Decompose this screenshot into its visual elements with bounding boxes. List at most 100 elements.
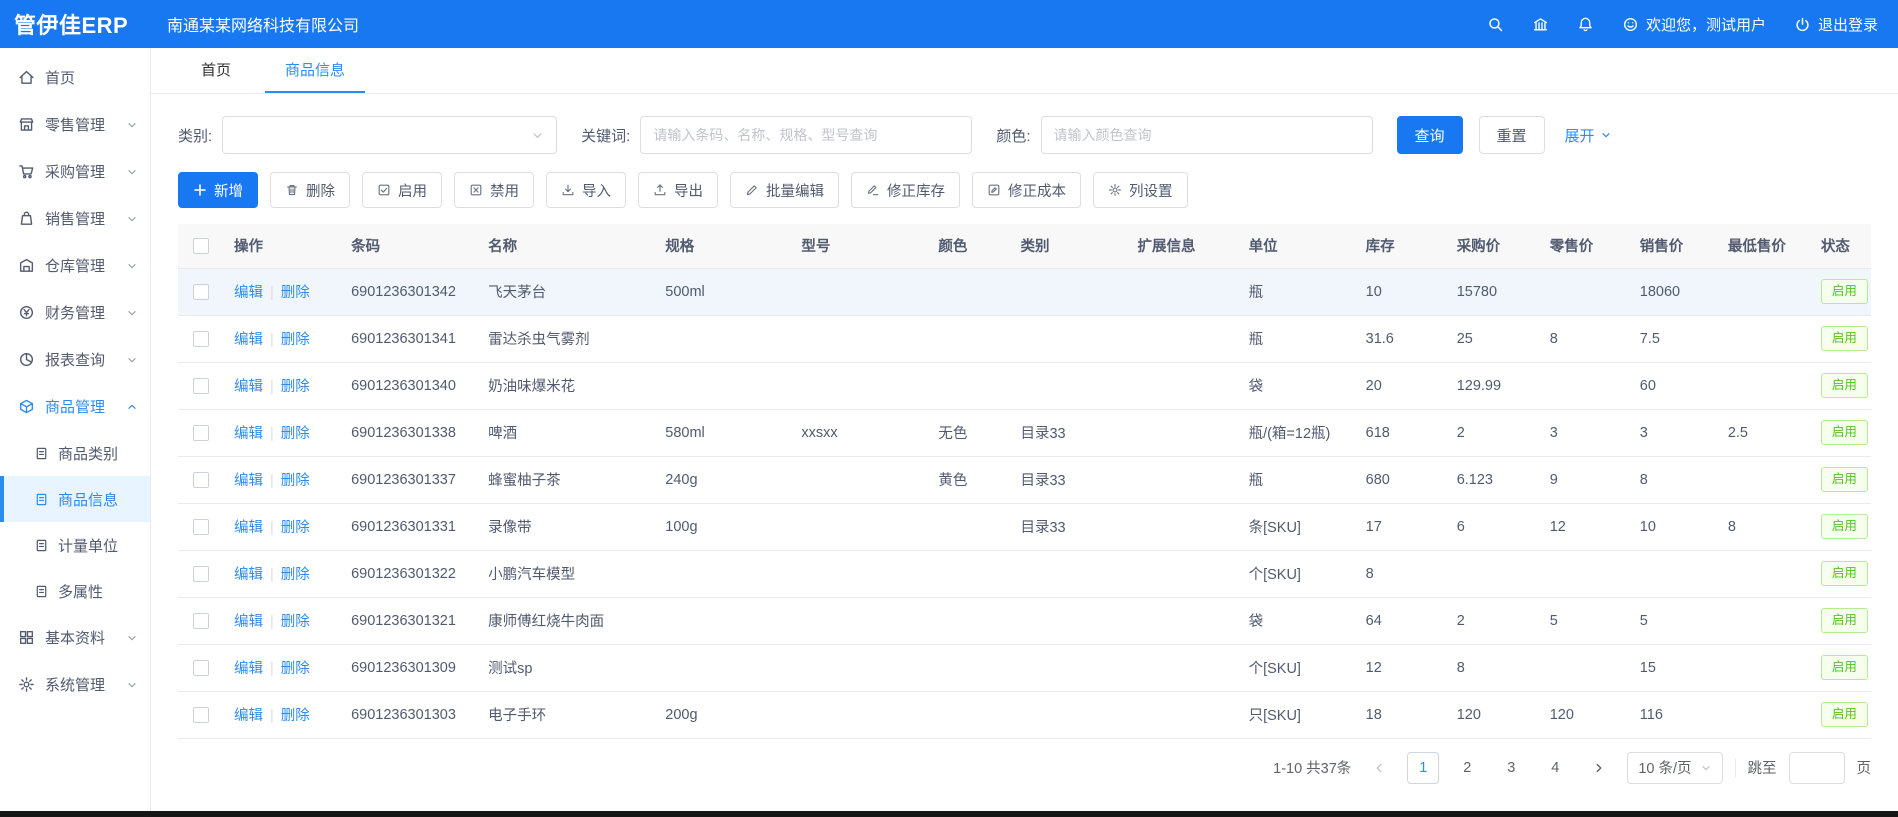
next-page-button[interactable]: [1583, 752, 1615, 784]
color-input[interactable]: [1041, 116, 1373, 154]
cell-retail-price: [1540, 644, 1630, 691]
import-button[interactable]: 导入: [546, 172, 626, 208]
sidebar-item-label: 报表查询: [45, 349, 105, 370]
page-button-4[interactable]: 4: [1539, 752, 1571, 784]
row-checkbox[interactable]: [193, 519, 209, 535]
sidebar-item-purchase[interactable]: 采购管理: [0, 148, 150, 195]
expand-link[interactable]: 展开: [1565, 125, 1612, 146]
cell-purchase-price: 6: [1447, 503, 1540, 550]
add-button[interactable]: 新增: [178, 172, 258, 208]
col-min-price: 最低售价: [1718, 224, 1811, 268]
bell-icon[interactable]: [1577, 16, 1594, 33]
edit-link[interactable]: 编辑: [234, 285, 263, 301]
table-body: 编辑|删除 6901236301342 飞天茅台 500ml 瓶 10 1578…: [178, 268, 1871, 738]
row-checkbox[interactable]: [193, 566, 209, 582]
cell-stock: 680: [1356, 456, 1447, 503]
row-checkbox[interactable]: [193, 707, 209, 723]
delete-link[interactable]: 删除: [281, 567, 310, 583]
page-size-select[interactable]: 10 条/页: [1627, 752, 1722, 784]
sidebar-item-system[interactable]: 系统管理: [0, 661, 150, 708]
page-button-2[interactable]: 2: [1451, 752, 1483, 784]
welcome-user[interactable]: 欢迎您，测试用户: [1622, 14, 1766, 35]
sidebar-item-sales[interactable]: 销售管理: [0, 195, 150, 242]
op-divider: |: [270, 473, 274, 489]
row-checkbox[interactable]: [193, 284, 209, 300]
row-checkbox[interactable]: [193, 425, 209, 441]
delete-link[interactable]: 删除: [281, 473, 310, 489]
cell-retail-price: 5: [1540, 597, 1630, 644]
select-all-checkbox[interactable]: [193, 238, 209, 254]
delete-link[interactable]: 删除: [281, 614, 310, 630]
edit-link[interactable]: 编辑: [234, 661, 263, 677]
delete-link[interactable]: 删除: [281, 285, 310, 301]
sidebar-item-retail[interactable]: 零售管理: [0, 101, 150, 148]
row-checkbox[interactable]: [193, 613, 209, 629]
export-icon: [653, 183, 667, 197]
sidebar-item-home[interactable]: 首页: [0, 54, 150, 101]
sidebar-item-reports[interactable]: 报表查询: [0, 336, 150, 383]
sidebar-item-product-info[interactable]: 商品信息: [0, 476, 150, 522]
prev-page-button[interactable]: [1363, 752, 1395, 784]
sidebar-item-products[interactable]: 商品管理: [0, 383, 150, 430]
edit-link[interactable]: 编辑: [234, 520, 263, 536]
expand-label: 展开: [1565, 125, 1595, 146]
sidebar-item-label: 零售管理: [45, 114, 105, 135]
tab-home[interactable]: 首页: [181, 48, 251, 93]
fix-cost-button[interactable]: 修正成本: [972, 172, 1081, 208]
delete-link[interactable]: 删除: [281, 661, 310, 677]
cell-color: [928, 691, 1010, 738]
category-select[interactable]: [222, 116, 557, 154]
gear-icon: [18, 676, 35, 693]
sidebar-item-basic-data[interactable]: 基本资料: [0, 614, 150, 661]
building-icon[interactable]: [1532, 16, 1549, 33]
delete-link[interactable]: 删除: [281, 332, 310, 348]
table-header: 操作 条码 名称 规格 型号 颜色 类别 扩展信息 单位 库存 采购价 零售价 …: [178, 224, 1871, 268]
gear-icon: [1108, 183, 1122, 197]
edit-link[interactable]: 编辑: [234, 426, 263, 442]
edit-link[interactable]: 编辑: [234, 332, 263, 348]
disable-button[interactable]: 禁用: [454, 172, 534, 208]
page-button-3[interactable]: 3: [1495, 752, 1527, 784]
delete-button[interactable]: 删除: [270, 172, 350, 208]
top-header: 管伊佳ERP 南通某某网络科技有限公司 欢迎您，测试用户 退出登录: [0, 0, 1898, 48]
fix-stock-button[interactable]: 修正库存: [851, 172, 960, 208]
column-settings-button[interactable]: 列设置: [1093, 172, 1188, 208]
sidebar-item-multi-attribute[interactable]: 多属性: [0, 568, 150, 614]
app-logo: 管伊佳ERP: [0, 8, 151, 40]
tab-product-info[interactable]: 商品信息: [265, 48, 365, 93]
delete-link[interactable]: 删除: [281, 379, 310, 395]
cell-ext-info: [1128, 456, 1239, 503]
status-badge: 启用: [1821, 420, 1868, 444]
page-button-1[interactable]: 1: [1407, 752, 1439, 784]
cell-min-price: 8: [1718, 503, 1811, 550]
search-icon[interactable]: [1487, 16, 1504, 33]
reset-button[interactable]: 重置: [1479, 116, 1545, 154]
keyword-input[interactable]: [640, 116, 972, 154]
search-button[interactable]: 查询: [1397, 116, 1463, 154]
logout-button[interactable]: 退出登录: [1794, 14, 1878, 35]
row-checkbox[interactable]: [193, 660, 209, 676]
sidebar-item-measure-unit[interactable]: 计量单位: [0, 522, 150, 568]
delete-link[interactable]: 删除: [281, 426, 310, 442]
enable-button[interactable]: 启用: [362, 172, 442, 208]
cell-spec: [655, 644, 791, 691]
delete-link[interactable]: 删除: [281, 708, 310, 724]
sidebar-item-warehouse[interactable]: 仓库管理: [0, 242, 150, 289]
edit-link[interactable]: 编辑: [234, 473, 263, 489]
cell-name: 电子手环: [478, 691, 655, 738]
edit-link[interactable]: 编辑: [234, 614, 263, 630]
edit-link[interactable]: 编辑: [234, 567, 263, 583]
batch-edit-button[interactable]: 批量编辑: [730, 172, 839, 208]
edit-link[interactable]: 编辑: [234, 379, 263, 395]
delete-link[interactable]: 删除: [281, 520, 310, 536]
row-checkbox[interactable]: [193, 331, 209, 347]
edit-link[interactable]: 编辑: [234, 708, 263, 724]
sidebar-item-finance[interactable]: 财务管理: [0, 289, 150, 336]
row-checkbox[interactable]: [193, 378, 209, 394]
cell-purchase-price: 2: [1447, 597, 1540, 644]
sidebar-item-product-category[interactable]: 商品类别: [0, 430, 150, 476]
pagination-divider: [1735, 758, 1736, 778]
export-button[interactable]: 导出: [638, 172, 718, 208]
row-checkbox[interactable]: [193, 472, 209, 488]
jump-page-input[interactable]: [1789, 752, 1845, 784]
